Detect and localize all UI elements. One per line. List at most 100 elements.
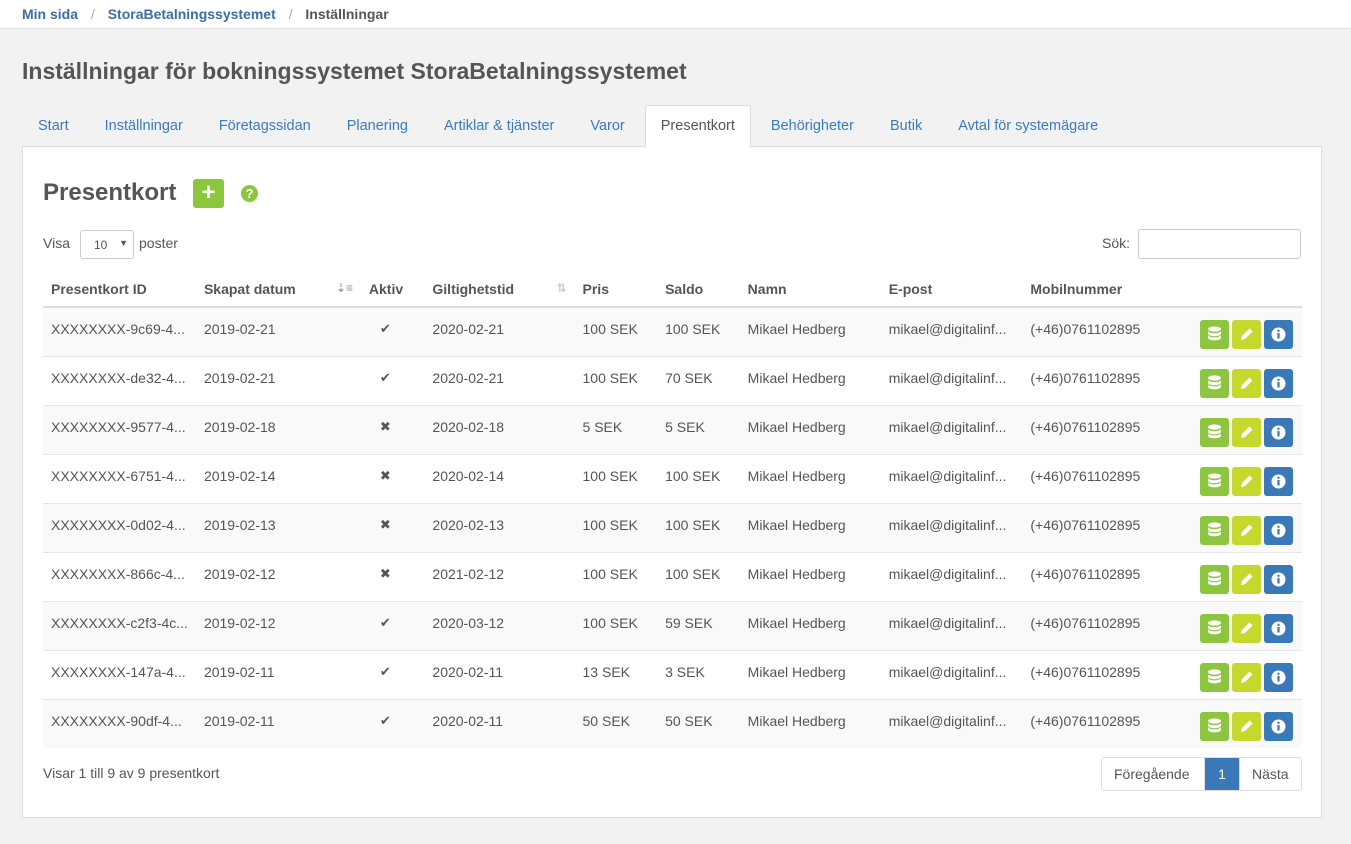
table-row: XXXXXXXX-9c69-4... 2019-02-21 ✔ 2020-02-21 1… — [43, 307, 1302, 356]
edit-button[interactable] — [1232, 662, 1261, 692]
cell-id: XXXXXXXX-de32-4... — [43, 355, 196, 405]
col-header-active[interactable]: Aktiv — [360, 271, 425, 308]
balance-button[interactable] — [1200, 320, 1229, 349]
cell-actions — [1171, 649, 1302, 699]
cell-price: 100 SEK — [574, 600, 658, 650]
col-header-phone[interactable]: Mobilnummer — [1022, 271, 1172, 308]
tab-företagssidan[interactable]: Företagssidan — [203, 105, 327, 146]
info-button[interactable] — [1264, 662, 1293, 692]
tab-inställningar[interactable]: Inställningar — [89, 105, 199, 146]
col-header-created[interactable]: Skapat datum ⇣≡ — [195, 271, 361, 308]
cell-price: 50 SEK — [574, 698, 658, 748]
balance-button[interactable] — [1200, 564, 1229, 594]
edit-button[interactable] — [1232, 417, 1261, 447]
cell-email: mikael@digitalinf... — [880, 649, 1023, 699]
cell-email: mikael@digitalinf... — [880, 600, 1023, 650]
tab-artiklar-tjänster[interactable]: Artiklar & tjänster — [428, 105, 570, 146]
col-header-price[interactable]: Pris — [574, 271, 658, 308]
edit-button[interactable] — [1232, 368, 1261, 398]
chevron-down-icon: ▼ — [119, 238, 128, 248]
cell-id: XXXXXXXX-866c-4... — [43, 551, 196, 601]
col-header-name[interactable]: Namn — [739, 271, 881, 308]
cross-icon: ✖ — [379, 565, 391, 581]
tab-avtal-för-systemägare[interactable]: Avtal för systemägare — [942, 105, 1114, 146]
col-header-email[interactable]: E-post — [880, 271, 1023, 308]
help-icon[interactable]: ? — [241, 185, 258, 202]
check-icon: ✔ — [379, 321, 391, 336]
cell-name: Mikael Hedberg — [739, 355, 881, 405]
edit-button[interactable] — [1232, 515, 1261, 545]
cell-valid: 2020-02-21 — [424, 355, 575, 405]
check-icon: ✔ — [379, 614, 391, 630]
cell-name: Mikael Hedberg — [739, 404, 881, 454]
balance-button[interactable] — [1200, 711, 1229, 741]
cell-actions — [1171, 355, 1302, 405]
col-header-balance[interactable]: Saldo — [657, 271, 740, 308]
info-button[interactable] — [1264, 417, 1293, 447]
tab-presentkort[interactable]: Presentkort — [644, 105, 751, 148]
breadcrumb-separator: / — [90, 6, 95, 22]
table-row: XXXXXXXX-866c-4... 2019-02-12 ✖ 2021-02-12 1… — [43, 551, 1302, 601]
info-button[interactable] — [1264, 368, 1293, 398]
cell-active: ✔ — [360, 649, 425, 699]
cell-balance: 70 SEK — [657, 355, 740, 405]
breadcrumb-link-min-sida[interactable]: Min sida — [22, 6, 78, 22]
cell-active: ✖ — [360, 551, 425, 601]
cross-icon: ✖ — [379, 467, 391, 483]
balance-button[interactable] — [1200, 368, 1229, 398]
info-button[interactable] — [1264, 466, 1293, 496]
edit-button[interactable] — [1232, 466, 1261, 496]
tab-behörigheter[interactable]: Behörigheter — [755, 105, 870, 146]
balance-button[interactable] — [1200, 662, 1229, 692]
table-header-row: Presentkort ID Skapat datum ⇣≡ Aktiv Gilt… — [43, 271, 1302, 308]
cell-phone: (+46)0761102895 — [1022, 600, 1172, 650]
cell-name: Mikael Hedberg — [739, 453, 881, 503]
balance-button[interactable] — [1200, 515, 1229, 545]
cell-email: mikael@digitalinf... — [880, 453, 1023, 503]
col-header-valid[interactable]: Giltighetstid ⇅ — [424, 271, 575, 308]
show-label: Visa — [43, 235, 70, 251]
balance-button[interactable] — [1200, 417, 1229, 447]
cross-icon: ✖ — [379, 516, 391, 532]
page-size-select[interactable]: 10 ▼ — [80, 230, 134, 259]
page-1-button[interactable]: 1 — [1205, 758, 1239, 790]
tab-planering[interactable]: Planering — [331, 105, 424, 146]
cell-email: mikael@digitalinf... — [880, 355, 1023, 405]
info-button[interactable] — [1264, 515, 1293, 545]
breadcrumb-link-system[interactable]: StoraBetalningssystemet — [108, 6, 276, 22]
info-button[interactable] — [1264, 320, 1293, 349]
balance-button[interactable] — [1200, 613, 1229, 643]
table-row: XXXXXXXX-0d02-4... 2019-02-13 ✖ 2020-02-13 1… — [43, 502, 1302, 552]
cell-active: ✖ — [360, 404, 425, 454]
section-title: Presentkort — [43, 179, 177, 206]
tab-butik[interactable]: Butik — [874, 105, 938, 146]
page-size-value: 10 — [94, 238, 108, 252]
balance-button[interactable] — [1200, 466, 1229, 496]
tab-start[interactable]: Start — [22, 105, 85, 146]
add-giftcard-button[interactable]: + — [193, 179, 224, 208]
prev-page-button[interactable]: Föregående — [1102, 758, 1205, 790]
cell-valid: 2020-02-11 — [424, 649, 575, 699]
tab-varor[interactable]: Varor — [574, 105, 640, 146]
col-header-actions — [1171, 271, 1302, 308]
edit-button[interactable] — [1232, 320, 1261, 349]
cell-phone: (+46)0761102895 — [1022, 698, 1172, 748]
cell-valid: 2021-02-12 — [424, 551, 575, 601]
cell-phone: (+46)0761102895 — [1022, 502, 1172, 552]
next-page-button[interactable]: Nästa — [1239, 758, 1301, 790]
cell-id: XXXXXXXX-90df-4... — [43, 698, 196, 748]
info-button[interactable] — [1264, 613, 1293, 643]
edit-button[interactable] — [1232, 711, 1261, 741]
cell-created: 2019-02-18 — [195, 404, 361, 454]
cell-id: XXXXXXXX-0d02-4... — [43, 502, 196, 552]
edit-button[interactable] — [1232, 564, 1261, 594]
info-button[interactable] — [1264, 564, 1293, 594]
col-header-id[interactable]: Presentkort ID — [43, 271, 196, 308]
info-button[interactable] — [1264, 711, 1293, 741]
cell-active: ✖ — [360, 502, 425, 552]
cell-valid: 2020-03-12 — [424, 600, 575, 650]
settings-tabs: Start Inställningar Företagssidan Planering… — [22, 105, 1118, 148]
cell-phone: (+46)0761102895 — [1022, 404, 1172, 454]
edit-button[interactable] — [1232, 613, 1261, 643]
search-input[interactable] — [1138, 229, 1301, 259]
